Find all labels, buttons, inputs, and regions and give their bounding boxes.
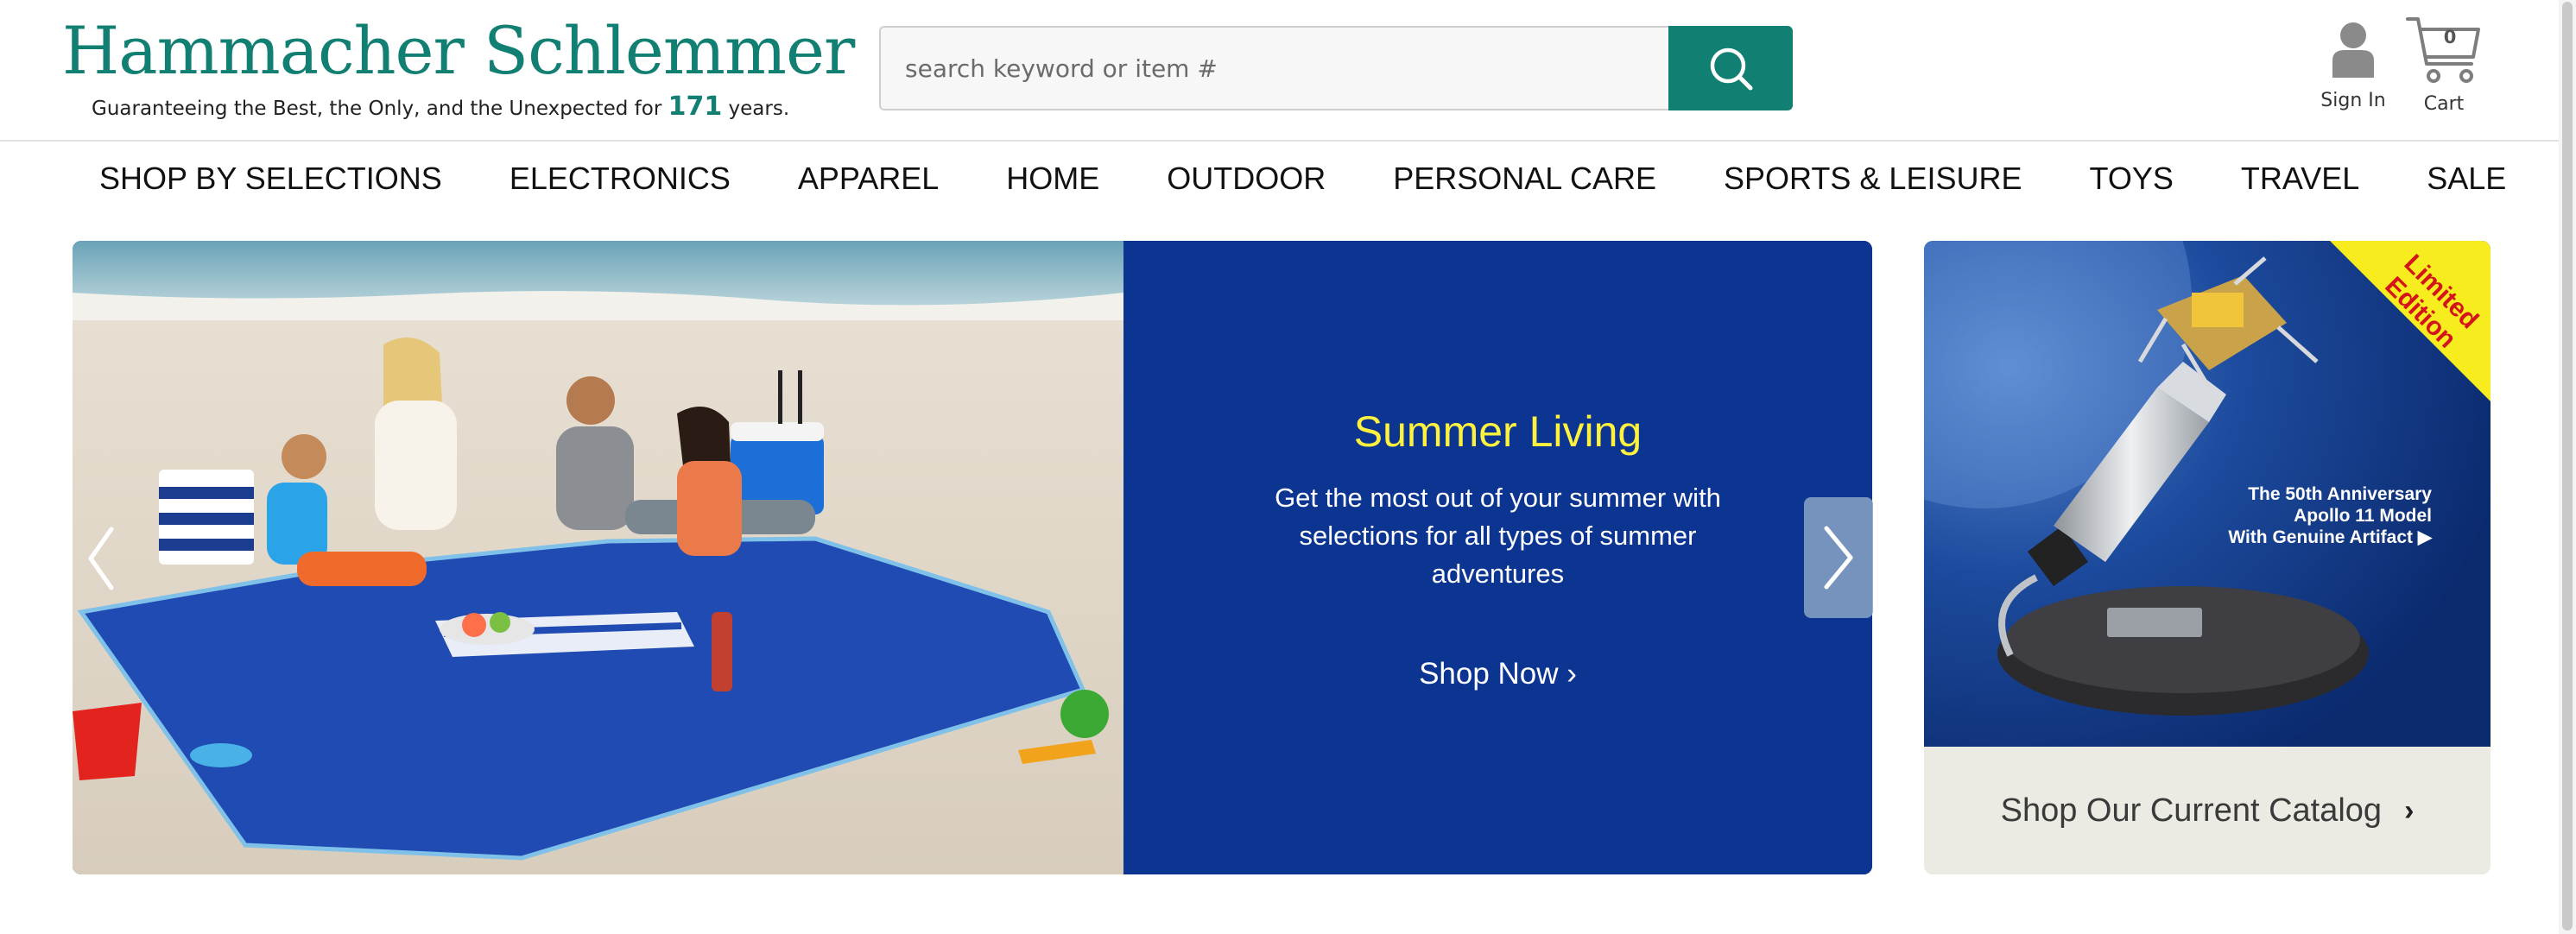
hero-title: Summer Living: [1353, 407, 1642, 456]
nav-item-sports-leisure[interactable]: SPORTS & LEISURE: [1690, 143, 2055, 214]
caption-line-3: With Genuine Artifact ▶: [2228, 527, 2432, 547]
nav-item-travel[interactable]: TRAVEL: [2207, 143, 2393, 214]
nav-item-electronics[interactable]: ELECTRONICS: [476, 143, 764, 214]
sign-in-label: Sign In: [2320, 90, 2386, 111]
page: Hammacher Schlemmer Guaranteeing the Bes…: [0, 0, 2576, 934]
carousel-next-button[interactable]: [1804, 497, 1873, 618]
main-nav: SHOP BY SELECTIONS ELECTRONICS APPAREL H…: [0, 143, 2576, 214]
nav-item-home[interactable]: HOME: [972, 143, 1133, 214]
hero-promo-panel: Summer Living Get the most out of your s…: [1123, 241, 1872, 874]
hero-carousel: Summer Living Get the most out of your s…: [73, 241, 1872, 874]
cart-icon: [2406, 17, 2480, 83]
caption-line-2: Apollo 11 Model: [2294, 506, 2432, 526]
shop-catalog-link[interactable]: Shop Our Current Catalog ›: [1924, 747, 2491, 874]
tagline-prefix: Guaranteeing the Best, the Only, and the…: [92, 98, 662, 120]
hero-beach-image[interactable]: [73, 241, 1123, 874]
cart-icon-wrap: 0: [2404, 14, 2484, 85]
page-scrollbar[interactable]: [2559, 0, 2576, 934]
scrollbar-thumb[interactable]: [2562, 2, 2573, 931]
sign-in-link[interactable]: Sign In: [2314, 21, 2392, 111]
search-icon: [1710, 47, 1753, 91]
tagline-suffix: years.: [728, 98, 790, 120]
chevron-right-icon: ›: [2404, 793, 2415, 827]
apollo-promo-card[interactable]: Limited Edition The 50th Anniversary Apo…: [1924, 241, 2491, 874]
user-icon: [2332, 22, 2374, 78]
search-input[interactable]: [879, 26, 1668, 110]
cart-link[interactable]: 0 Cart: [2401, 14, 2487, 115]
search-bar: [879, 26, 1793, 110]
catalog-link-label: Shop Our Current Catalog: [2000, 792, 2383, 829]
nav-item-personal-care[interactable]: PERSONAL CARE: [1359, 143, 1690, 214]
nav-list: SHOP BY SELECTIONS ELECTRONICS APPAREL H…: [66, 143, 2540, 214]
nav-item-apparel[interactable]: APPAREL: [764, 143, 972, 214]
nav-item-sale[interactable]: SALE: [2393, 143, 2540, 214]
cart-count: 0: [2443, 27, 2457, 47]
cart-label: Cart: [2423, 93, 2465, 115]
chevron-left-icon: [88, 527, 114, 590]
carousel-prev-button[interactable]: [79, 517, 121, 600]
shop-now-link[interactable]: Shop Now ›: [1123, 657, 1872, 691]
logo-link[interactable]: Hammacher Schlemmer Guaranteeing the Bes…: [62, 9, 855, 123]
nav-item-outdoor[interactable]: OUTDOOR: [1133, 143, 1359, 214]
apollo-caption[interactable]: The 50th Anniversary Apollo 11 Model Wit…: [1924, 483, 2491, 548]
chevron-right-icon: [1824, 526, 1853, 590]
caption-line-1: The 50th Anniversary: [2248, 484, 2432, 504]
tagline-years: 171: [668, 92, 723, 122]
nav-item-toys[interactable]: TOYS: [2055, 143, 2206, 214]
brand-tagline: Guaranteeing the Best, the Only, and the…: [92, 93, 805, 123]
hero-description: Get the most out of your summer with sel…: [1275, 483, 1721, 589]
brand-name: Hammacher Schlemmer: [62, 12, 855, 89]
search-button[interactable]: [1668, 26, 1793, 110]
nav-item-shop-by-selections[interactable]: SHOP BY SELECTIONS: [66, 143, 476, 214]
site-header: Hammacher Schlemmer Guaranteeing the Bes…: [0, 0, 2576, 142]
